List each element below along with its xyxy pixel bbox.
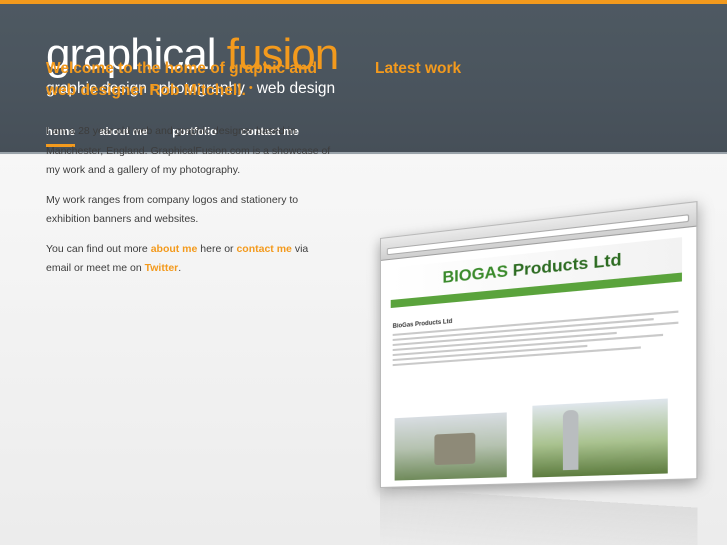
silo-shape bbox=[562, 409, 579, 471]
welcome-heading: Welcome to the home of graphic and web d… bbox=[46, 60, 317, 99]
tank-shape bbox=[434, 432, 476, 466]
twitter-link[interactable]: Twitter bbox=[145, 262, 179, 274]
screenshot-brand-biogas: BIOGAS bbox=[442, 262, 508, 287]
contact-text-2: here or bbox=[197, 242, 237, 255]
screenshot-brand: BIOGAS Products Ltd bbox=[442, 251, 621, 288]
screenshot-brand-products: Products Ltd bbox=[512, 251, 622, 281]
about-me-link[interactable]: about me bbox=[151, 243, 198, 255]
contact-paragraph: You can find out more about me here or c… bbox=[46, 240, 336, 279]
screenshot-photo-silo bbox=[532, 398, 668, 478]
latest-work-heading: Latest work bbox=[375, 60, 462, 77]
intro-paragraph: I am a 28 year old web and graphic desig… bbox=[46, 125, 331, 176]
screenshot-photo-tanks bbox=[394, 412, 507, 481]
screenshot-frame: BIOGAS Products Ltd BioGas Products Ltd bbox=[380, 200, 698, 489]
contact-me-link[interactable]: contact me bbox=[236, 243, 291, 255]
work-paragraph: My work ranges from company logos and st… bbox=[46, 193, 299, 226]
welcome-section: Welcome to the home of graphic and web d… bbox=[46, 58, 336, 279]
latest-work-section: Latest work bbox=[375, 58, 695, 80]
screenshot-body-text: BioGas Products Ltd bbox=[392, 299, 679, 369]
contact-text-4: . bbox=[178, 262, 182, 274]
contact-text-1: You can find out more bbox=[46, 242, 151, 255]
